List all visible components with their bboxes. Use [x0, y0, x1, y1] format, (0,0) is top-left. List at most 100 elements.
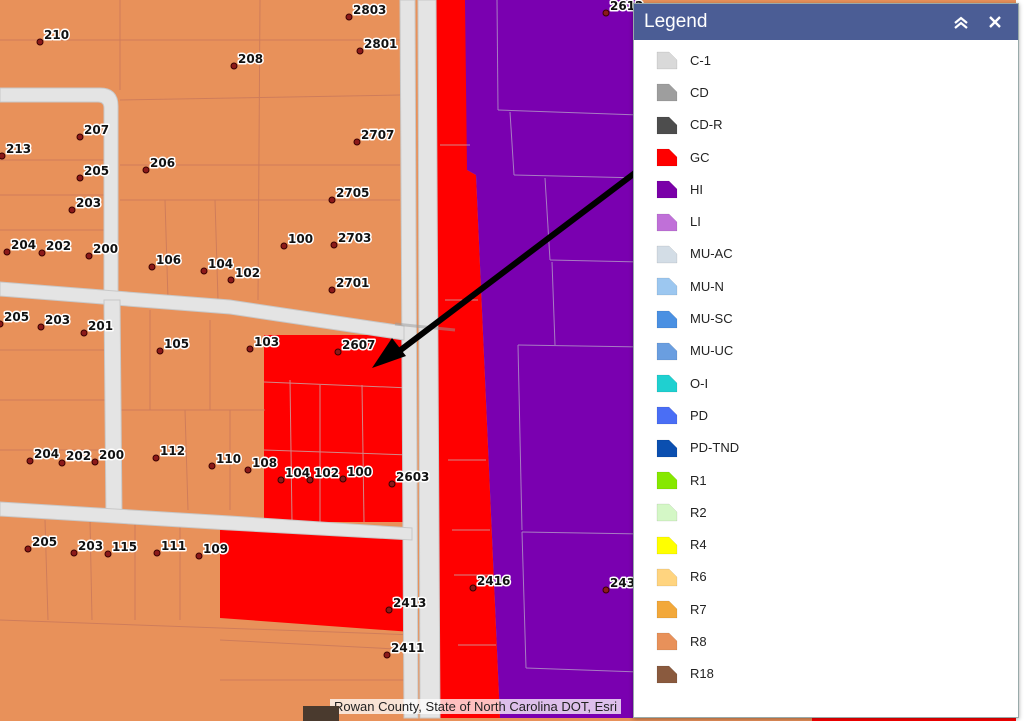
- close-icon[interactable]: [982, 9, 1008, 35]
- legend-swatch-icon: [656, 439, 678, 457]
- parcel-point[interactable]: [76, 174, 84, 182]
- legend-title: Legend: [644, 11, 708, 32]
- parcel-point[interactable]: [156, 347, 164, 355]
- legend-item-label: R18: [690, 666, 714, 682]
- parcel-point[interactable]: [388, 480, 396, 488]
- parcel-point[interactable]: [385, 606, 393, 614]
- legend-swatch-icon: [656, 536, 678, 554]
- parcel-point[interactable]: [58, 459, 66, 467]
- parcel-point[interactable]: [200, 267, 208, 275]
- legend-swatch-icon: [656, 310, 678, 328]
- parcel-label: 205: [32, 535, 57, 549]
- parcel-label: 2701: [336, 276, 369, 290]
- parcel-point[interactable]: [85, 252, 93, 260]
- legend-item-label: R6: [690, 569, 707, 585]
- parcel-label: 2803: [353, 3, 386, 17]
- parcel-label: 104: [285, 466, 310, 480]
- parcel-label: 2413: [393, 596, 426, 610]
- parcel-point[interactable]: [208, 462, 216, 470]
- parcel-point[interactable]: [0, 320, 4, 328]
- parcel-point[interactable]: [0, 152, 6, 160]
- parcel-point[interactable]: [80, 329, 88, 337]
- parcel-label: 203: [78, 539, 103, 553]
- parcel-point[interactable]: [26, 457, 34, 465]
- parcel-point[interactable]: [37, 323, 45, 331]
- parcel-point[interactable]: [339, 475, 347, 483]
- parcel-point[interactable]: [148, 263, 156, 271]
- parcel-point[interactable]: [345, 13, 353, 21]
- parcel-point[interactable]: [68, 206, 76, 214]
- parcel-point[interactable]: [104, 550, 112, 558]
- gc-zone-block: [264, 335, 410, 522]
- gc-zone-south-block: [220, 530, 412, 632]
- legend-item: R1: [634, 464, 1018, 496]
- parcel-point[interactable]: [328, 196, 336, 204]
- parcel-point[interactable]: [227, 276, 235, 284]
- parcel-point[interactable]: [602, 586, 610, 594]
- legend-swatch-icon: [656, 51, 678, 70]
- legend-swatch-icon: [656, 342, 678, 361]
- legend-swatch-icon: [656, 148, 678, 167]
- legend-item: R2: [634, 496, 1018, 528]
- parcel-point[interactable]: [328, 286, 336, 294]
- basemap-thumbnail[interactable]: [303, 706, 339, 721]
- parcel-point[interactable]: [24, 545, 32, 553]
- parcel-point[interactable]: [91, 458, 99, 466]
- legend-swatch-icon: [656, 84, 678, 102]
- parcel-label: 2707: [361, 128, 394, 142]
- parcel-label: 207: [84, 123, 109, 137]
- parcel-point[interactable]: [356, 47, 364, 55]
- parcel-point[interactable]: [280, 242, 288, 250]
- parcel-point[interactable]: [36, 38, 44, 46]
- parcel-point[interactable]: [602, 9, 610, 17]
- parcel-point[interactable]: [306, 476, 314, 484]
- parcel-label: 102: [235, 266, 260, 280]
- legend-item-label: HI: [690, 181, 703, 197]
- double-chevron-up-icon[interactable]: [948, 9, 974, 35]
- legend-swatch-icon: [656, 245, 678, 264]
- parcel-label: 205: [4, 310, 29, 324]
- parcel-label: 2607: [342, 338, 375, 352]
- parcel-point[interactable]: [334, 348, 342, 356]
- legend-item-label: R1: [690, 472, 707, 488]
- legend-item-label: GC: [690, 149, 710, 165]
- parcel-point[interactable]: [195, 552, 203, 560]
- legend-item: MU-AC: [634, 238, 1018, 270]
- parcel-point[interactable]: [246, 345, 254, 353]
- parcel-label: 208: [238, 52, 263, 66]
- parcel-point[interactable]: [76, 133, 84, 141]
- legend-item: LI: [634, 205, 1018, 237]
- legend-item-label: MU-UC: [690, 343, 734, 359]
- legend-item-label: PD-TND: [690, 440, 740, 456]
- parcel-label: 105: [164, 337, 189, 351]
- parcel-point[interactable]: [330, 241, 338, 249]
- legend-swatch-icon: [656, 568, 678, 587]
- legend-item: PD: [634, 399, 1018, 431]
- parcel-point[interactable]: [3, 248, 11, 256]
- legend-item: PD-TND: [634, 432, 1018, 464]
- parcel-label: 204: [11, 238, 36, 252]
- parcel-point[interactable]: [152, 454, 160, 462]
- parcel-point[interactable]: [277, 476, 285, 484]
- parcel-point[interactable]: [142, 166, 150, 174]
- parcel-label: 202: [66, 449, 91, 463]
- parcel-point[interactable]: [469, 584, 477, 592]
- parcel-point[interactable]: [353, 138, 361, 146]
- parcel-point[interactable]: [230, 62, 238, 70]
- legend-swatch-icon: [656, 600, 678, 619]
- parcel-label: 2416: [477, 574, 510, 588]
- legend-item-label: R4: [690, 537, 707, 553]
- parcel-point[interactable]: [244, 466, 252, 474]
- parcel-point[interactable]: [38, 249, 46, 257]
- parcel-point[interactable]: [153, 549, 161, 557]
- parcel-label: 109: [203, 542, 228, 556]
- parcel-point[interactable]: [70, 549, 78, 557]
- parcel-label: 2703: [338, 231, 371, 245]
- parcel-label: 110: [216, 452, 241, 466]
- parcel-label: 2801: [364, 37, 397, 51]
- legend-item: GC: [634, 141, 1018, 173]
- legend-item: MU-N: [634, 270, 1018, 302]
- parcel-point[interactable]: [383, 651, 391, 659]
- parcel-label: 201: [88, 319, 113, 333]
- parcel-label: 203: [45, 313, 70, 327]
